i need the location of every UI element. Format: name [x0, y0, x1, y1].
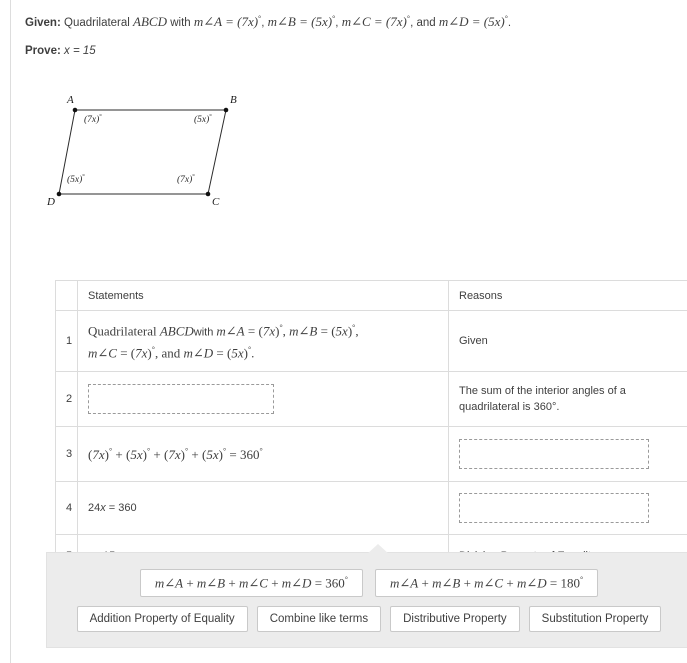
given-angle-a: m∠A = (7x)	[193, 13, 259, 29]
reason-text-line1: The sum of the interior angles of a	[459, 384, 626, 397]
vertex-point-c	[205, 191, 211, 197]
statement-cell	[77, 370, 449, 427]
reason-dropzone-row3[interactable]	[459, 438, 649, 469]
worksheet-content: Given: Quadrilateral ABCD with m∠A = (7x…	[11, 0, 687, 663]
row-number: 4	[55, 480, 78, 535]
prove-label: Prove:	[25, 44, 61, 57]
table-row: 4 24x = 360	[55, 480, 687, 535]
vertex-point-b	[223, 107, 229, 113]
vertex-label-d: D	[47, 196, 55, 208]
header-reasons: Reasons	[448, 280, 687, 311]
row-number: 3	[55, 425, 78, 482]
given-angle-d: m∠D = (5x)	[438, 13, 505, 29]
row-number: 2	[55, 370, 78, 427]
answer-tile-combine-like-terms[interactable]: Combine like terms	[256, 606, 382, 633]
header-number	[55, 280, 78, 311]
table-header-row: Statements Reasons	[55, 280, 687, 311]
vertex-point-d	[56, 191, 62, 197]
equation-tile-row: m∠A + m∠B + m∠C + m∠D = 360° m∠A + m∠B +…	[47, 569, 687, 598]
statement-cell: 24x = 360	[77, 480, 449, 535]
statement-cell: (7x)° + (5x)° + (7x)° + (5x)° = 360°	[77, 425, 449, 482]
reason-text-line2: quadrilateral is 360°.	[459, 400, 560, 413]
parallelogram-svg	[56, 107, 229, 197]
vertex-label-b: B	[230, 94, 237, 106]
prove-value: x = 15	[64, 44, 96, 57]
statement-dropzone-row2[interactable]	[88, 383, 274, 414]
angle-label-a: (7x)°	[84, 113, 102, 126]
header-statements: Statements	[77, 280, 449, 311]
reason-cell	[448, 425, 687, 482]
given-lead: Quadrilateral	[64, 16, 130, 29]
given-angle-c: m∠C = (7x)	[341, 13, 407, 29]
comma-2: ,	[335, 16, 339, 29]
angle-label-d: (5x)°	[67, 173, 85, 186]
answer-tile-equation-180[interactable]: m∠A + m∠B + m∠C + m∠D = 180°	[375, 569, 599, 598]
given-label: Given:	[25, 16, 61, 29]
parallelogram-figure: A B C D (7x)° (5x)° (5x)° (7x)°	[22, 85, 312, 220]
reason-cell: The sum of the interior angles of a quad…	[448, 370, 687, 427]
answer-tile-distributive-property[interactable]: Distributive Property	[390, 606, 520, 633]
given-quadrilateral-name: ABCD	[133, 13, 167, 29]
comma-3: , and	[410, 16, 436, 29]
vertex-point-a	[72, 107, 78, 113]
reason-tile-row: Addition Property of Equality Combine li…	[47, 606, 687, 633]
statement-text-line2: m∠C = (7x)°, and m∠D = (5x)°.	[88, 345, 255, 361]
statement-equation: (7x)° + (5x)° + (7x)° + (5x)° = 360°	[88, 446, 263, 463]
tray-pointer-icon	[367, 544, 389, 554]
problem-prompt: Given: Quadrilateral ABCD with m∠A = (7x…	[11, 0, 687, 57]
answer-tile-addition-property[interactable]: Addition Property of Equality	[76, 606, 248, 633]
statement-text-line1: Quadrilateral ABCDwith m∠A = (7x)°, m∠B …	[88, 323, 359, 339]
vertex-label-a: A	[67, 94, 74, 106]
given-statement: Given: Quadrilateral ABCD with m∠A = (7x…	[25, 10, 673, 32]
period-1: .	[507, 16, 512, 29]
angle-label-b: (5x)°	[194, 113, 212, 126]
comma-1: ,	[261, 16, 265, 29]
prove-statement: Prove: x = 15	[25, 45, 673, 57]
answer-tile-substitution-property[interactable]: Substitution Property	[528, 606, 662, 633]
proof-table-container: Statements Reasons 1 Quadrilateral ABCDw…	[55, 280, 687, 578]
row-number: 1	[55, 310, 78, 372]
given-angle-b: m∠B = (5x)	[267, 13, 333, 29]
reason-text: Given	[459, 334, 488, 347]
statement-equation: 24x = 360	[88, 501, 137, 514]
answer-tile-equation-360[interactable]: m∠A + m∠B + m∠C + m∠D = 360°	[139, 569, 363, 598]
reason-cell: Given	[448, 310, 687, 372]
statement-cell: Quadrilateral ABCDwith m∠A = (7x)°, m∠B …	[77, 310, 449, 372]
answer-choice-tray: m∠A + m∠B + m∠C + m∠D = 360° m∠A + m∠B +…	[46, 544, 687, 648]
table-row: 3 (7x)° + (5x)° + (7x)° + (5x)° = 360°	[55, 425, 687, 482]
reason-dropzone-row4[interactable]	[459, 492, 649, 523]
proof-table: Statements Reasons 1 Quadrilateral ABCDw…	[55, 280, 687, 578]
vertex-label-c: C	[212, 196, 220, 208]
table-row: 2 The sum of the interior angles of a qu…	[55, 370, 687, 427]
given-with-word: with	[170, 16, 191, 29]
table-row: 1 Quadrilateral ABCDwith m∠A = (7x)°, m∠…	[55, 310, 687, 372]
angle-label-c: (7x)°	[177, 173, 195, 186]
reason-cell	[448, 480, 687, 535]
